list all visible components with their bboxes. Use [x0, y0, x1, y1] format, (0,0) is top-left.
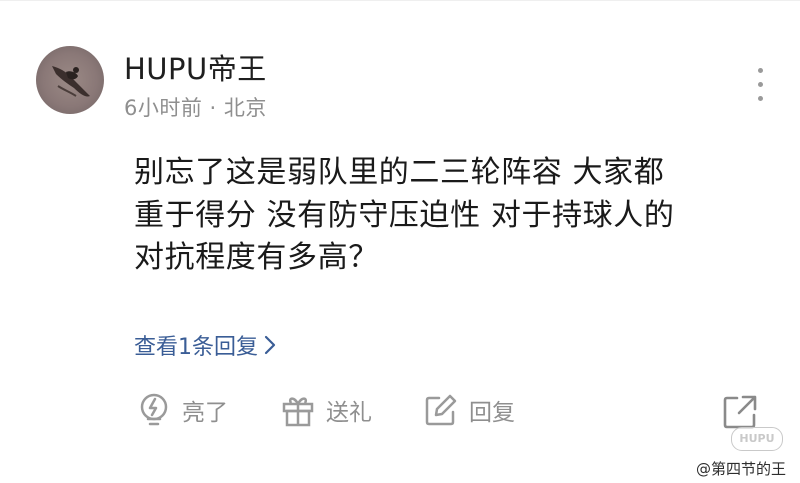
comment-line: 重于得分 没有防守压迫性 对于持球人的 — [134, 197, 675, 233]
post-meta: 6小时前 · 北京 — [124, 96, 267, 120]
more-vertical-icon — [758, 96, 763, 101]
gift-button[interactable]: 送礼 — [280, 390, 372, 430]
light-button[interactable]: 亮了 — [136, 390, 228, 430]
reply-button[interactable]: 回复 — [423, 390, 515, 430]
top-divider — [0, 0, 800, 1]
gift-label: 送礼 — [326, 400, 372, 426]
username[interactable]: HUPU帝王 — [124, 46, 267, 88]
lightbulb-icon — [140, 393, 168, 426]
watermark-logo: HUPU — [731, 427, 783, 451]
chevron-right-icon — [264, 335, 276, 361]
view-replies-label: 查看1条回复 — [134, 335, 258, 360]
watermark-handle: @第四节的王 — [696, 460, 787, 478]
gift-icon — [282, 397, 314, 427]
more-vertical-icon — [758, 82, 763, 87]
avatar-image — [52, 66, 90, 97]
comment-line: 对抗程度有多高？ — [134, 240, 379, 275]
reply-label: 回复 — [469, 400, 515, 426]
comment-body: 别忘了这是弱队里的二三轮阵容 大家都 重于得分 没有防守压迫性 对于持球人的 对… — [134, 152, 764, 280]
comment-line: 别忘了这是弱队里的二三轮阵容 大家都 — [134, 155, 665, 190]
edit-icon — [425, 394, 457, 426]
avatar[interactable] — [36, 46, 104, 114]
more-vertical-icon — [758, 68, 763, 73]
view-replies-link[interactable]: 查看1条回复 — [134, 329, 276, 361]
share-expand-icon — [723, 395, 757, 429]
more-options-button[interactable] — [750, 66, 770, 104]
light-label: 亮了 — [182, 400, 228, 426]
